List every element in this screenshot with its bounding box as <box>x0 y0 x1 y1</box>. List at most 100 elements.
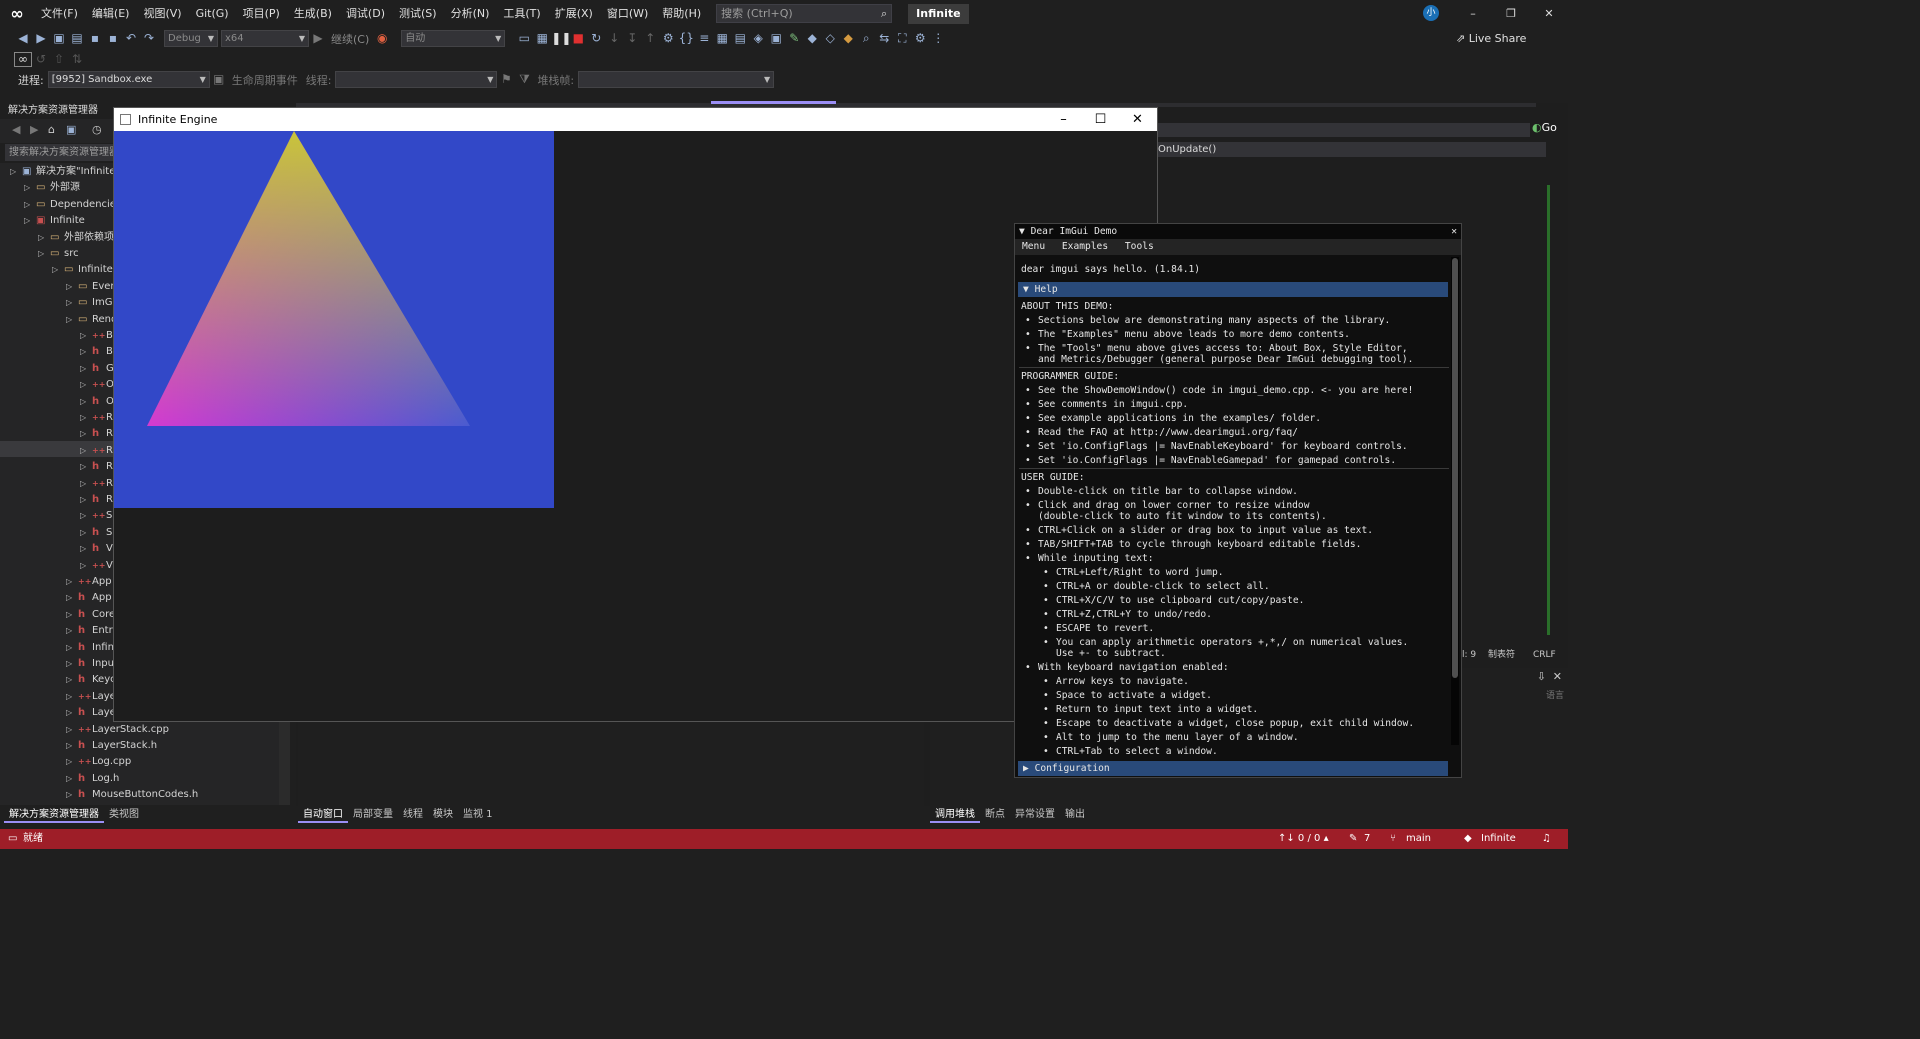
diagnostic-icon[interactable]: ∞ <box>14 52 32 67</box>
tab-breakpoints[interactable]: 断点 <box>980 806 1010 823</box>
step-out-icon[interactable]: ↑ <box>641 28 659 49</box>
lifecycle-events-button[interactable]: 生命周期事件 <box>228 72 302 88</box>
expand-chevron-icon[interactable]: ▷ <box>80 492 92 508</box>
collapsing-header[interactable]: ▶ Configuration <box>1018 761 1448 776</box>
member-dropdown[interactable] <box>1155 123 1530 137</box>
tree-item[interactable]: ▷ h Log.h <box>66 771 119 787</box>
expand-chevron-icon[interactable]: ▷ <box>66 656 78 672</box>
collapse-triangle-icon[interactable]: ▼ <box>1019 226 1031 237</box>
search-input[interactable]: 搜索 (Ctrl+Q) ⌕ <box>716 4 893 23</box>
tree-item[interactable]: ▷ ++S <box>80 508 112 524</box>
table-icon[interactable]: ▦ <box>713 28 731 49</box>
continue-button[interactable]: 继续(C) <box>327 31 373 47</box>
tree-item[interactable]: ▷ ▣ 解决方案"Infinite" <box>10 164 120 180</box>
tree-item[interactable]: ▷ ++LayerStack.cpp <box>66 722 169 738</box>
tree-item[interactable]: ▷ ▭ 外部源 <box>24 180 80 196</box>
tree-item[interactable]: ▷ h App <box>66 590 112 606</box>
layout-icon[interactable]: ▦ <box>533 28 551 49</box>
pin-icon[interactable]: ⇩ <box>1537 670 1546 683</box>
git-repo[interactable]: Infinite <box>1481 829 1516 849</box>
tree-item[interactable]: ▷ h Keyc <box>66 672 116 688</box>
expand-chevron-icon[interactable]: ▷ <box>80 361 92 377</box>
line-ending[interactable]: CRLF <box>1533 647 1556 663</box>
tree-item[interactable]: ▷ h Laye <box>66 705 116 721</box>
minimize-icon[interactable]: – <box>1045 108 1082 131</box>
tree-item[interactable]: ▷ h R <box>80 459 113 475</box>
open-folder-icon[interactable]: ▤ <box>68 28 86 49</box>
stop-icon[interactable]: ■ <box>569 28 587 49</box>
restore-icon[interactable]: ❐ <box>1492 0 1530 27</box>
close-icon[interactable]: ✕ <box>1553 670 1562 683</box>
extension-icon[interactable]: ◆ <box>839 28 857 49</box>
live-share-button[interactable]: ⇗ Live Share <box>1456 27 1526 50</box>
tree-item[interactable]: ▷ h R <box>80 426 113 442</box>
tree-item[interactable]: ▷ ++Laye <box>66 689 116 705</box>
history-icon[interactable]: ↺ <box>32 49 50 70</box>
menu-project[interactable]: 项目(P) <box>236 0 287 27</box>
expand-chevron-icon[interactable]: ▷ <box>24 197 36 213</box>
expand-chevron-icon[interactable]: ▷ <box>38 246 50 262</box>
expand-chevron-icon[interactable]: ▷ <box>66 295 78 311</box>
pin-icon[interactable]: ⇧ <box>50 49 68 70</box>
flag-icon[interactable]: ⚑ <box>497 69 515 90</box>
auto-dropdown[interactable]: 自动 ▼ <box>401 30 506 47</box>
expand-chevron-icon[interactable]: ▷ <box>80 558 92 574</box>
expand-chevron-icon[interactable]: ▷ <box>80 508 92 524</box>
collapsing-header[interactable]: ▼ Help <box>1018 282 1448 297</box>
menu-test[interactable]: 测试(S) <box>392 0 444 27</box>
avatar[interactable]: 小 <box>1423 5 1439 21</box>
tree-item[interactable]: ▷ ++App <box>66 574 112 590</box>
close-icon[interactable]: ✕ <box>1119 108 1156 131</box>
close-icon[interactable]: ✕ <box>1451 224 1457 239</box>
redo-icon[interactable]: ↷ <box>140 28 158 49</box>
imgui-title-bar[interactable]: ▼ Dear ImGui Demo ✕ <box>1015 224 1461 239</box>
expand-chevron-icon[interactable]: ▷ <box>66 312 78 328</box>
forward-icon[interactable]: ▶ <box>30 123 38 136</box>
tree-item[interactable]: ▷ h G <box>80 361 114 377</box>
map-pin-icon[interactable]: ◈ <box>749 28 767 49</box>
menu-edit[interactable]: 编辑(E) <box>85 0 137 27</box>
tree-item[interactable]: ▷ ▣ Infinite <box>24 213 85 229</box>
expand-chevron-icon[interactable]: ▷ <box>80 443 92 459</box>
tab-autos[interactable]: 自动窗口 <box>298 806 348 823</box>
new-project-icon[interactable]: ▣ <box>50 28 68 49</box>
tree-item[interactable]: ▷ ++R <box>80 443 113 459</box>
switch-views-icon[interactable]: ▣ <box>66 123 76 136</box>
expand-chevron-icon[interactable]: ▷ <box>10 164 22 180</box>
menu-view[interactable]: 视图(V) <box>136 0 188 27</box>
share-icon[interactable]: ⇆ <box>875 28 893 49</box>
step-into-icon[interactable]: ↓ <box>605 28 623 49</box>
expand-chevron-icon[interactable]: ▷ <box>80 377 92 393</box>
pen-icon[interactable]: ✎ <box>785 28 803 49</box>
expand-chevron-icon[interactable]: ▷ <box>80 459 92 475</box>
thread-dropdown[interactable]: ▼ <box>335 71 498 88</box>
menu-file[interactable]: 文件(F) <box>34 0 85 27</box>
tree-item[interactable]: ▷ ++Log.cpp <box>66 754 131 770</box>
tree-item[interactable]: ▷ h O <box>80 394 114 410</box>
tree-item[interactable]: ▷ h R <box>80 492 113 508</box>
imgui-scrollbar-thumb[interactable] <box>1452 258 1458 678</box>
tree-item[interactable]: ▷ ▭ Infinite <box>52 262 113 278</box>
tab-exception-settings[interactable]: 异常设置 <box>1010 806 1060 823</box>
expand-chevron-icon[interactable]: ▷ <box>66 722 78 738</box>
expand-chevron-icon[interactable]: ▷ <box>80 328 92 344</box>
maximize-icon[interactable]: ☐ <box>1082 108 1119 131</box>
fullscreen-icon[interactable]: ⛶ <box>893 28 911 49</box>
step-over-icon[interactable]: ↧ <box>623 28 641 49</box>
braces-icon[interactable]: {} <box>677 28 695 49</box>
expand-chevron-icon[interactable]: ▷ <box>24 213 36 229</box>
platform-dropdown[interactable]: x64 ▼ <box>221 30 309 47</box>
bookmark-icon[interactable]: ◆ <box>803 28 821 49</box>
menu-build[interactable]: 生成(B) <box>287 0 339 27</box>
expand-chevron-icon[interactable]: ▷ <box>80 541 92 557</box>
list-icon[interactable]: ≡ <box>695 28 713 49</box>
git-branch[interactable]: main <box>1406 829 1431 849</box>
back-icon[interactable]: ◀ <box>12 123 20 136</box>
tree-item[interactable]: ▷ ▭ src <box>38 246 79 262</box>
browser-icon[interactable]: ▭ <box>515 28 533 49</box>
tree-item[interactable]: ▷ h S <box>80 525 112 541</box>
tree-item[interactable]: ▷ h Core <box>66 607 115 623</box>
forward-icon[interactable]: ▶ <box>32 28 50 49</box>
menu-debug[interactable]: 调试(D) <box>339 0 392 27</box>
expand-chevron-icon[interactable]: ▷ <box>80 426 92 442</box>
